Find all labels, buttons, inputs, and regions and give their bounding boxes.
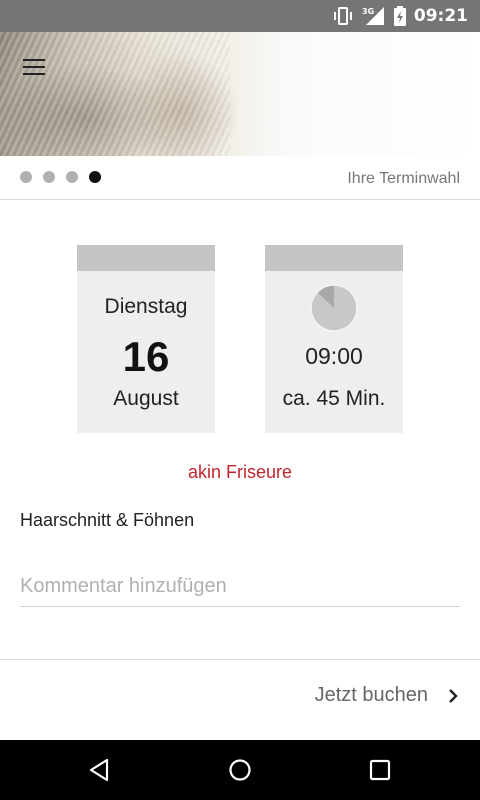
book-now-button[interactable]: Jetzt buchen xyxy=(315,684,460,707)
status-time: 09:21 xyxy=(413,6,468,26)
vibrate-icon xyxy=(332,7,354,25)
calendar-card-header xyxy=(77,245,215,271)
service-name: Haarschnitt & Föhnen xyxy=(20,510,195,530)
home-icon[interactable] xyxy=(225,755,255,785)
appointment-duration: ca. 45 Min. xyxy=(282,387,386,410)
navigation-bar xyxy=(0,740,480,800)
hamburger-menu-icon[interactable] xyxy=(18,54,52,80)
page-dot xyxy=(20,171,32,183)
page-indicator xyxy=(20,171,101,183)
date-card: Dienstag 16 August xyxy=(77,245,215,433)
page-dot-active xyxy=(89,171,101,183)
status-icons: 3G 09:21 xyxy=(332,0,468,32)
step-label: Ihre Terminwahl xyxy=(347,170,460,187)
chevron-right-icon xyxy=(446,687,460,705)
signal-3g-icon: 3G xyxy=(362,6,386,26)
hero-image xyxy=(0,32,480,156)
page-dot xyxy=(43,171,55,183)
divider xyxy=(0,199,480,200)
status-bar: 3G 09:21 xyxy=(0,0,480,32)
date-day: 16 xyxy=(122,333,170,380)
time-card-header xyxy=(265,245,403,271)
back-icon[interactable] xyxy=(84,755,114,785)
clock-icon xyxy=(310,284,358,332)
book-now-label: Jetzt buchen xyxy=(314,684,428,706)
network-type-label: 3G xyxy=(362,7,374,16)
hero-image-texture xyxy=(0,32,230,156)
date-month: August xyxy=(113,387,179,410)
page-dot xyxy=(66,171,78,183)
battery-charging-icon xyxy=(393,6,406,26)
date-weekday: Dienstag xyxy=(104,295,188,318)
appointment-time: 09:00 xyxy=(305,343,363,369)
salon-name: akin Friseure xyxy=(187,462,293,482)
time-card: 09:00 ca. 45 Min. xyxy=(265,245,403,433)
recents-icon[interactable] xyxy=(365,755,395,785)
divider xyxy=(0,659,480,660)
comment-input[interactable] xyxy=(20,566,460,607)
